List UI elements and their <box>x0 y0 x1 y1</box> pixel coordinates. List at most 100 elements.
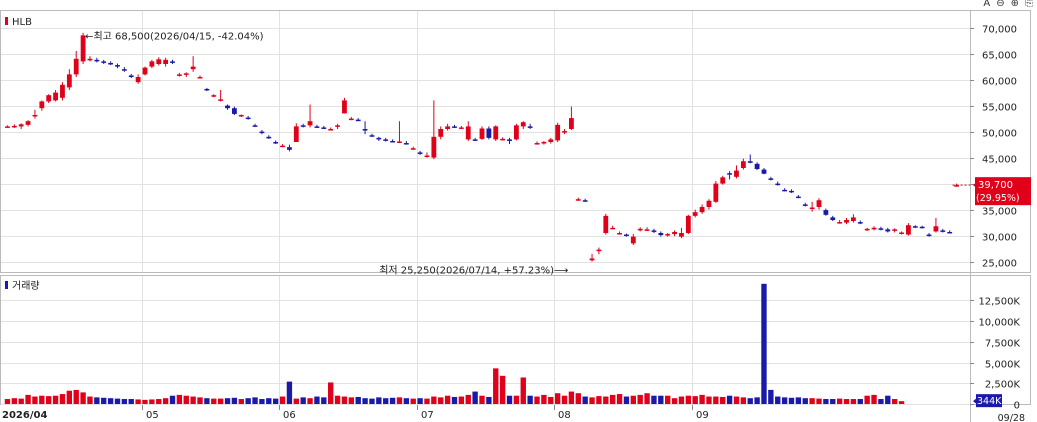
candle-body <box>534 143 540 145</box>
candle-body <box>266 136 272 139</box>
candle-body <box>940 230 946 232</box>
candle-body <box>906 225 911 235</box>
volume-tick-label: 12,500K <box>978 297 1020 308</box>
volume-bar <box>162 398 169 404</box>
candle-body <box>802 204 808 206</box>
volume-bar <box>369 398 375 404</box>
price-legend-marker <box>5 17 8 25</box>
volume-bar <box>128 399 134 404</box>
candle-body <box>857 222 863 224</box>
candle-body <box>458 127 464 129</box>
volume-bar <box>506 395 513 404</box>
candle-body <box>926 234 932 237</box>
volume-bar <box>534 396 540 404</box>
volume-bar <box>286 381 293 404</box>
volume-bar <box>107 398 114 404</box>
candle-body <box>66 74 72 88</box>
candle-body <box>747 161 753 163</box>
volume-bar <box>321 397 327 404</box>
candle-body <box>403 143 409 145</box>
volume-bar <box>568 391 575 404</box>
volume-bar <box>424 398 430 404</box>
volume-bar <box>396 397 403 404</box>
candle-body <box>128 75 134 77</box>
volume-bar <box>32 396 38 404</box>
candle-body <box>321 127 327 129</box>
volume-bar <box>176 394 183 404</box>
volume-bar <box>458 396 465 404</box>
candle-body <box>32 114 38 117</box>
volume-bar <box>73 389 79 404</box>
candle-body <box>892 229 898 231</box>
candle-body <box>335 125 340 127</box>
volume-bar <box>802 398 808 404</box>
volume-bar <box>328 382 334 404</box>
candle-body <box>885 229 891 232</box>
candle-body <box>115 65 120 67</box>
candle-body <box>651 230 657 232</box>
volume-bar <box>795 397 802 404</box>
zoom-out-icon[interactable]: ⊖ <box>996 0 1004 10</box>
volume-bar <box>864 395 870 404</box>
candle-body <box>699 207 705 213</box>
copy-icon[interactable]: ⎘ <box>1025 0 1033 10</box>
price-tick-label: 50,000 <box>982 129 1017 140</box>
candle-body <box>589 258 595 261</box>
volume-tick-label: 7,500K <box>985 339 1021 350</box>
volume-bar <box>830 399 836 404</box>
chart-toolbar: A ⊖ ⊕ ⎘ <box>983 0 1033 10</box>
candle-body <box>465 126 471 140</box>
candle-body <box>830 217 836 220</box>
candle-body <box>685 215 691 233</box>
volume-bar <box>217 398 224 404</box>
candle-body <box>569 118 574 129</box>
candle-body <box>665 234 671 236</box>
volume-bar <box>431 396 437 404</box>
volume-bar <box>39 395 45 404</box>
volume-bar <box>410 398 416 404</box>
volume-bar <box>121 399 128 404</box>
candle-body <box>850 217 856 222</box>
candle-body <box>548 139 554 142</box>
zoom-in-icon[interactable]: ⊕ <box>1011 0 1019 10</box>
candle-body <box>871 227 877 230</box>
candle-body <box>142 67 148 75</box>
candle-body <box>231 108 237 114</box>
volume-bar <box>823 399 829 404</box>
candle-body <box>355 119 361 122</box>
candle-body <box>575 199 581 201</box>
volume-bar <box>740 397 747 404</box>
price-tick-label: 65,000 <box>982 51 1017 62</box>
candle-body <box>53 92 58 101</box>
candle-body <box>795 196 801 199</box>
current-volume-label: 344K <box>977 396 1002 407</box>
date-label: 08 <box>558 410 571 421</box>
candle-body <box>245 117 251 120</box>
stock-chart: A ⊖ ⊕ ⎘ 70,000 65,000 60,000 55,000 50,000 45… <box>0 0 1037 422</box>
date-label: 2026/04 <box>2 410 47 421</box>
candle-body <box>947 231 953 234</box>
volume-bar <box>527 395 533 404</box>
volume-legend-marker <box>5 281 8 289</box>
volume-bar <box>768 389 774 404</box>
volume-bar <box>156 399 162 404</box>
font-size-button[interactable]: A <box>983 0 990 10</box>
candle-body <box>679 233 684 237</box>
candle-body <box>314 126 320 128</box>
candle-body <box>280 145 285 148</box>
volume-bar <box>94 397 100 404</box>
candle-body <box>493 126 499 140</box>
candle-body <box>328 129 334 131</box>
volume-tick-label: 10,000K <box>978 318 1020 329</box>
candle-body <box>348 118 354 121</box>
volume-bar <box>692 396 698 404</box>
candle-body <box>39 101 45 109</box>
candle-body <box>775 183 781 186</box>
volume-bar <box>857 399 863 404</box>
volume-bar <box>836 398 843 404</box>
candle-body <box>740 161 746 168</box>
volume-bar <box>190 396 196 404</box>
volume-bar <box>204 398 210 404</box>
volume-bar <box>596 396 602 404</box>
volume-bar <box>279 396 286 404</box>
